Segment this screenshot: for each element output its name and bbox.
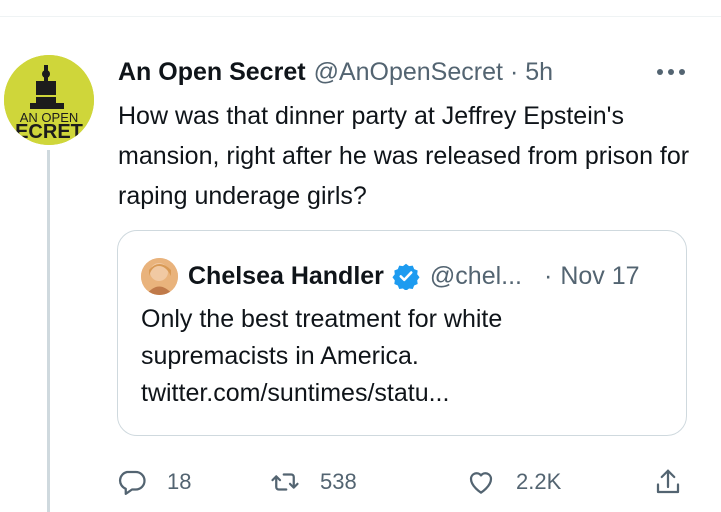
more-horizontal-icon[interactable] [654, 60, 688, 84]
quoted-author-handle[interactable]: @chel... [430, 262, 522, 291]
tweet-text: How was that dinner party at Jeffrey Eps… [118, 102, 690, 210]
separator-dot: · [509, 57, 519, 86]
action-bar: 18 538 2.2K [117, 462, 697, 502]
retweet-button[interactable]: 538 [270, 462, 357, 502]
quoted-avatar[interactable] [141, 258, 178, 295]
author-name[interactable]: An Open Secret [118, 58, 306, 87]
quoted-separator-dot: · [544, 261, 553, 290]
quoted-text: Only the best treatment for white suprem… [141, 301, 661, 412]
quoted-header: Chelsea Handler @chel... · Nov 17 [188, 258, 640, 294]
tweet-time[interactable]: 5h [525, 58, 553, 87]
heart-icon [469, 472, 493, 494]
reply-icon [118, 470, 146, 495]
reply-button[interactable]: 18 [117, 462, 191, 502]
tweet-header: An Open Secret @AnOpenSecret · 5h [118, 56, 553, 88]
quoted-author-name[interactable]: Chelsea Handler [188, 262, 384, 291]
share-icon [656, 469, 680, 494]
quoted-text-line-2: supremacists in America. [141, 342, 419, 370]
quoted-text-line-1: Only the best treatment for white [141, 305, 503, 333]
avatar[interactable]: AN OPEN ECRET [4, 55, 94, 145]
quoted-tweet-card[interactable]: Chelsea Handler @chel... · Nov 17 Only t… [117, 230, 687, 436]
reply-count: 18 [167, 469, 192, 494]
quoted-link[interactable]: twitter.com/suntimes/statu... [141, 375, 661, 412]
author-handle[interactable]: @AnOpenSecret [314, 58, 503, 87]
avatar-logo: AN OPEN ECRET [4, 55, 94, 145]
thread-connector-line [47, 150, 50, 512]
svg-text:ECRET: ECRET [15, 121, 83, 143]
verified-badge-icon [392, 263, 420, 290]
like-button[interactable]: 2.2K [466, 462, 561, 502]
share-button[interactable] [653, 462, 683, 502]
retweet-icon [271, 473, 299, 491]
like-count: 2.2K [516, 469, 562, 494]
top-divider [0, 16, 721, 17]
retweet-count: 538 [320, 469, 357, 494]
quoted-time[interactable]: Nov 17 [560, 262, 639, 291]
